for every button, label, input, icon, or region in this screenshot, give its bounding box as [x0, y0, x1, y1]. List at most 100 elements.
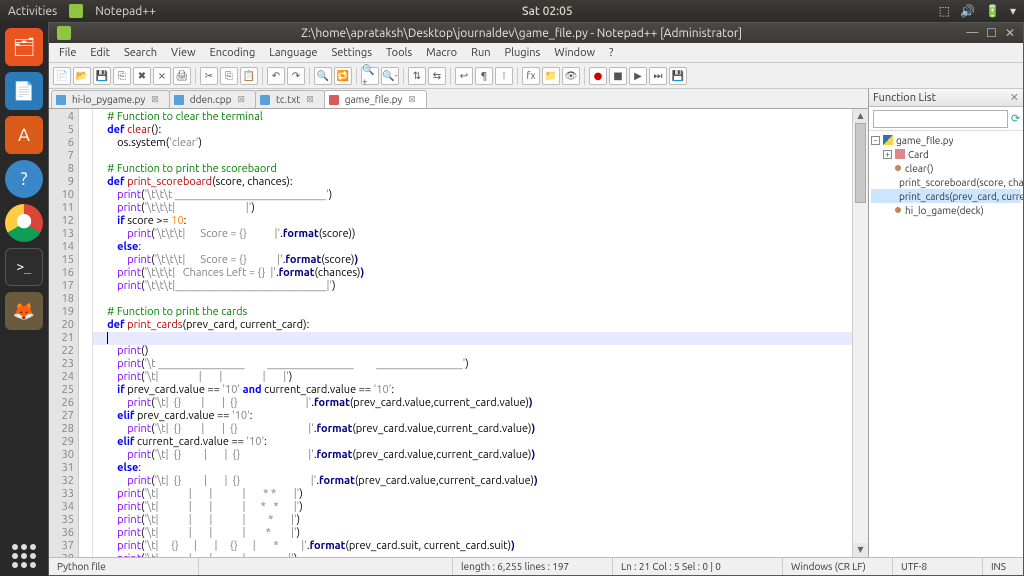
tab-close-icon[interactable]: ⊠ — [306, 94, 314, 105]
toolbar-paste[interactable]: 📋 — [240, 67, 258, 85]
function-list-item[interactable]: +Card — [871, 147, 1021, 161]
network-icon[interactable]: ⬚ — [939, 4, 950, 18]
tab-bar: hi-lo_pygame.py⊠dden.cpp⊠tc.txt⊠game_fil… — [49, 89, 868, 109]
launcher-writer[interactable]: 📄 — [5, 72, 43, 110]
toolbar-allchars[interactable]: ¶ — [475, 67, 493, 85]
tab-hi-lo_pygame-py[interactable]: hi-lo_pygame.py⊠ — [51, 90, 170, 108]
toolbar-folder[interactable]: 📁 — [542, 67, 560, 85]
status-ins[interactable]: INS — [983, 558, 1023, 575]
toolbar-monitor[interactable]: 👁 — [562, 67, 580, 85]
fold-gutter[interactable] — [79, 109, 93, 557]
toolbar-cut[interactable]: ✂ — [200, 67, 218, 85]
toolbar-sync-v[interactable]: ⇅ — [408, 67, 426, 85]
toolbar-open[interactable]: 📂 — [73, 67, 91, 85]
menu-tools[interactable]: Tools — [380, 45, 418, 61]
status-eol[interactable]: Windows (CR LF) — [783, 558, 893, 575]
ubuntu-launcher: 🗂 📄 A ? >_ 🦊 — [0, 22, 48, 576]
function-list-item[interactable]: clear() — [871, 161, 1021, 175]
function-list-item[interactable]: hi_lo_game(deck) — [871, 203, 1021, 217]
toolbar-find[interactable]: 🔍 — [314, 67, 332, 85]
function-list-tree[interactable]: −game_file.py+Cardclear()print_scoreboar… — [869, 131, 1023, 557]
window-title: Z:\home\aprataksh\Desktop\journaldev\gam… — [77, 27, 966, 40]
active-app-name[interactable]: Notepad++ — [95, 5, 156, 18]
toolbar-zoom-in[interactable]: 🔍+ — [361, 67, 379, 85]
function-list-item[interactable]: −game_file.py — [871, 133, 1021, 147]
vertical-scrollbar[interactable]: ▲ ▼ — [852, 109, 868, 557]
notepadpp-icon — [69, 4, 83, 18]
toolbar-lang[interactable]: fx — [522, 67, 540, 85]
tab-close-icon[interactable]: ⊠ — [151, 94, 159, 105]
code-area[interactable]: # Function to clear the terminal def cle… — [93, 109, 852, 557]
toolbar-new[interactable]: 📄 — [53, 67, 71, 85]
line-number-gutter: 4567891011121314151617181920212223242526… — [49, 109, 79, 557]
editor[interactable]: 4567891011121314151617181920212223242526… — [49, 109, 868, 557]
menu-language[interactable]: Language — [263, 45, 323, 61]
function-list-item[interactable]: print_cards(prev_card, current_card) — [871, 189, 1021, 203]
toolbar-macro-save[interactable]: 💾 — [669, 67, 687, 85]
status-length: length : 6,255 lines : 197 — [453, 558, 613, 575]
scroll-thumb[interactable] — [855, 123, 866, 203]
launcher-files[interactable]: 🗂 — [5, 28, 43, 66]
status-filetype: Python file — [49, 558, 199, 575]
menu-help[interactable]: ? — [603, 45, 619, 61]
activities-button[interactable]: Activities — [8, 5, 57, 18]
menu-run[interactable]: Run — [465, 45, 496, 61]
function-list-close-icon[interactable]: ✕ — [1010, 91, 1019, 104]
toolbar-undo[interactable]: ↶ — [267, 67, 285, 85]
power-icon[interactable]: ▾ — [1010, 4, 1016, 18]
toolbar-print[interactable]: 🖨 — [173, 67, 191, 85]
menu-file[interactable]: File — [53, 45, 82, 61]
launcher-software[interactable]: A — [5, 116, 43, 154]
volume-icon[interactable]: 🔊 — [960, 4, 975, 18]
clock[interactable]: Sat 02:05 — [156, 5, 939, 18]
function-list-search-input[interactable] — [873, 110, 1008, 128]
launcher-terminal[interactable]: >_ — [5, 248, 43, 286]
toolbar-macro-stop[interactable]: ■ — [609, 67, 627, 85]
menu-view[interactable]: View — [165, 45, 202, 61]
toolbar-close-all[interactable]: ⨯ — [153, 67, 171, 85]
toolbar-replace[interactable]: 🔁 — [334, 67, 352, 85]
tab-close-icon[interactable]: ⊠ — [237, 94, 245, 105]
toolbar-sync-h[interactable]: ⇆ — [428, 67, 446, 85]
scroll-down-arrow[interactable]: ▼ — [853, 543, 868, 557]
menu-macro[interactable]: Macro — [420, 45, 463, 61]
launcher-gimp[interactable]: 🦊 — [5, 292, 43, 330]
function-list-panel: Function List ✕ ⟳ ⇅ −game_file.py+Cardcl… — [868, 89, 1023, 557]
toolbar-indent-guide[interactable]: ⦙ — [495, 67, 513, 85]
scroll-up-arrow[interactable]: ▲ — [853, 109, 868, 123]
launcher-chrome[interactable] — [5, 204, 43, 242]
tab-close-icon[interactable]: ⊠ — [408, 94, 416, 105]
function-list-title[interactable]: Function List ✕ — [869, 89, 1023, 107]
window-titlebar[interactable]: Z:\home\aprataksh\Desktop\journaldev\gam… — [49, 23, 1023, 43]
window-maximize[interactable]: ☐ — [986, 26, 997, 40]
toolbar-macro-playmulti[interactable]: ⏭ — [649, 67, 667, 85]
status-position: Ln : 21 Col : 5 Sel : 0 | 0 — [613, 558, 783, 575]
function-list-reload-icon[interactable]: ⟳ — [1011, 112, 1020, 126]
toolbar-save-all[interactable]: ⎘ — [113, 67, 131, 85]
tab-dden-cpp[interactable]: dden.cpp⊠ — [169, 90, 256, 108]
toolbar-save[interactable]: 💾 — [93, 67, 111, 85]
toolbar-zoom-out[interactable]: 🔍- — [381, 67, 399, 85]
toolbar-copy[interactable]: ⎘ — [220, 67, 238, 85]
menu-edit[interactable]: Edit — [84, 45, 116, 61]
toolbar-close[interactable]: ✖ — [133, 67, 151, 85]
toolbar-macro-play[interactable]: ▶ — [629, 67, 647, 85]
launcher-show-apps[interactable] — [12, 544, 36, 568]
menu-settings[interactable]: Settings — [326, 45, 379, 61]
toolbar-macro-rec[interactable]: ● — [589, 67, 607, 85]
status-encoding[interactable]: UTF-8 — [893, 558, 983, 575]
toolbar-wordwrap[interactable]: ↩ — [455, 67, 473, 85]
tab-game_file-py[interactable]: game_file.py⊠ — [324, 90, 427, 108]
status-spacer — [199, 558, 453, 575]
battery-icon[interactable]: 🔋 — [985, 4, 1000, 18]
menu-plugins[interactable]: Plugins — [499, 45, 547, 61]
menu-search[interactable]: Search — [118, 45, 163, 61]
function-list-item[interactable]: print_scoreboard(score, chances) — [871, 175, 1021, 189]
window-minimize[interactable]: — — [966, 26, 978, 40]
menu-window[interactable]: Window — [548, 45, 601, 61]
launcher-help[interactable]: ? — [5, 160, 43, 198]
toolbar-redo[interactable]: ↷ — [287, 67, 305, 85]
menu-encoding[interactable]: Encoding — [204, 45, 262, 61]
window-close[interactable]: ✕ — [1005, 26, 1015, 40]
tab-tc-txt[interactable]: tc.txt⊠ — [255, 90, 325, 108]
